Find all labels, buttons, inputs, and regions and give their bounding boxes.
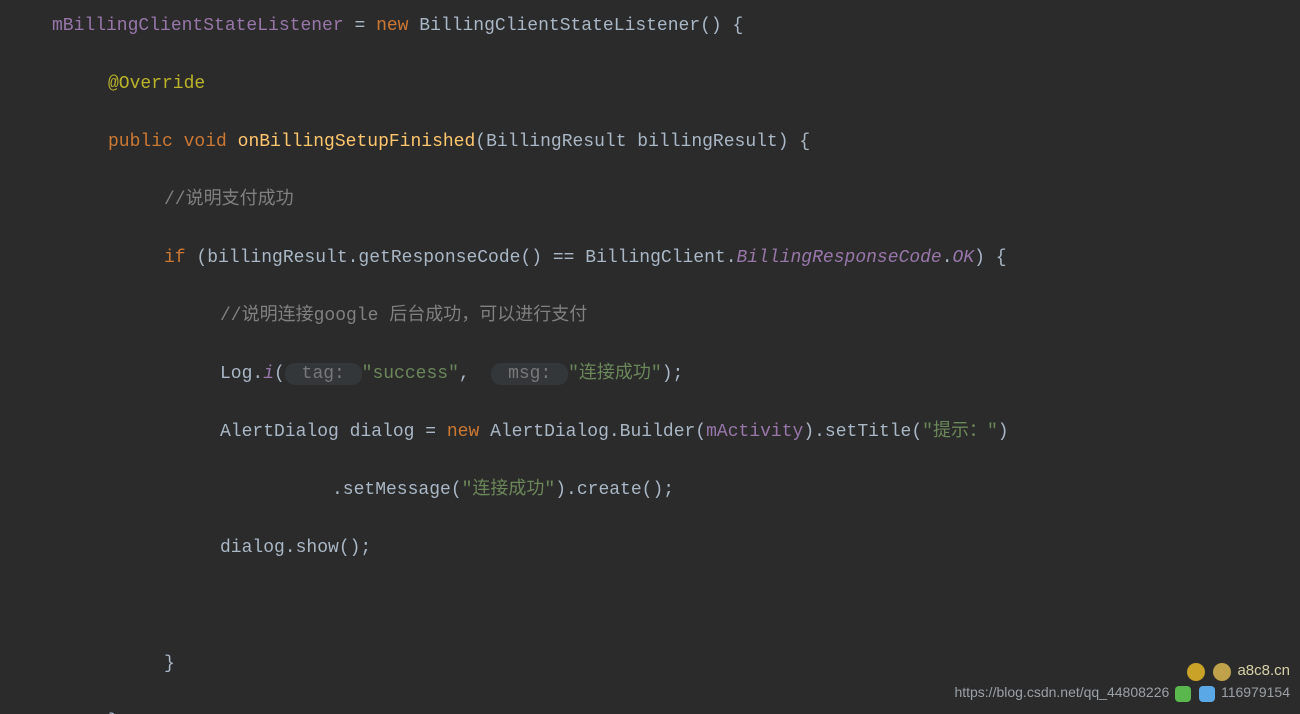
code-line: mBillingClientStateListener = new Billin… xyxy=(0,12,1300,41)
code-line: dialog.show(); xyxy=(0,534,1300,563)
watermark-icons xyxy=(1173,679,1217,708)
code-line: @Override xyxy=(0,70,1300,99)
watermark-text: https://blog.csdn.net/qq_44808226 xyxy=(954,684,1169,700)
param-hint: tag: xyxy=(285,363,362,385)
watermark-icon xyxy=(1199,686,1215,702)
field-ref: mBillingClientStateListener xyxy=(52,16,344,36)
annotation: @Override xyxy=(108,74,205,94)
watermark-text: 116979154 xyxy=(1221,684,1290,700)
code-line xyxy=(0,592,1300,621)
code-line: public void onBillingSetupFinished(Billi… xyxy=(0,128,1300,157)
code-line: Log.i( tag: "success", msg: "连接成功"); xyxy=(0,360,1300,389)
code-line: if (billingResult.getResponseCode() == B… xyxy=(0,244,1300,273)
code-line: //说明支付成功 xyxy=(0,186,1300,215)
code-line: .setMessage("连接成功").create(); xyxy=(0,476,1300,505)
code-line: AlertDialog dialog = new AlertDialog.Bui… xyxy=(0,418,1300,447)
param-hint: msg: xyxy=(491,363,568,385)
watermark-icon xyxy=(1175,686,1191,702)
code-line: //说明连接google 后台成功，可以进行支付 xyxy=(0,302,1300,331)
code-line: } xyxy=(0,650,1300,679)
code-line: } xyxy=(0,708,1300,714)
watermark: https://blog.csdn.net/qq_44808226 116979… xyxy=(954,678,1290,708)
comment: //说明连接google 后台成功，可以进行支付 xyxy=(220,306,587,326)
comment: //说明支付成功 xyxy=(164,190,294,210)
watermark-text: a8c8.cn xyxy=(1237,662,1290,679)
method-decl: onBillingSetupFinished xyxy=(238,132,476,152)
code-editor[interactable]: mBillingClientStateListener = new Billin… xyxy=(0,0,1300,714)
